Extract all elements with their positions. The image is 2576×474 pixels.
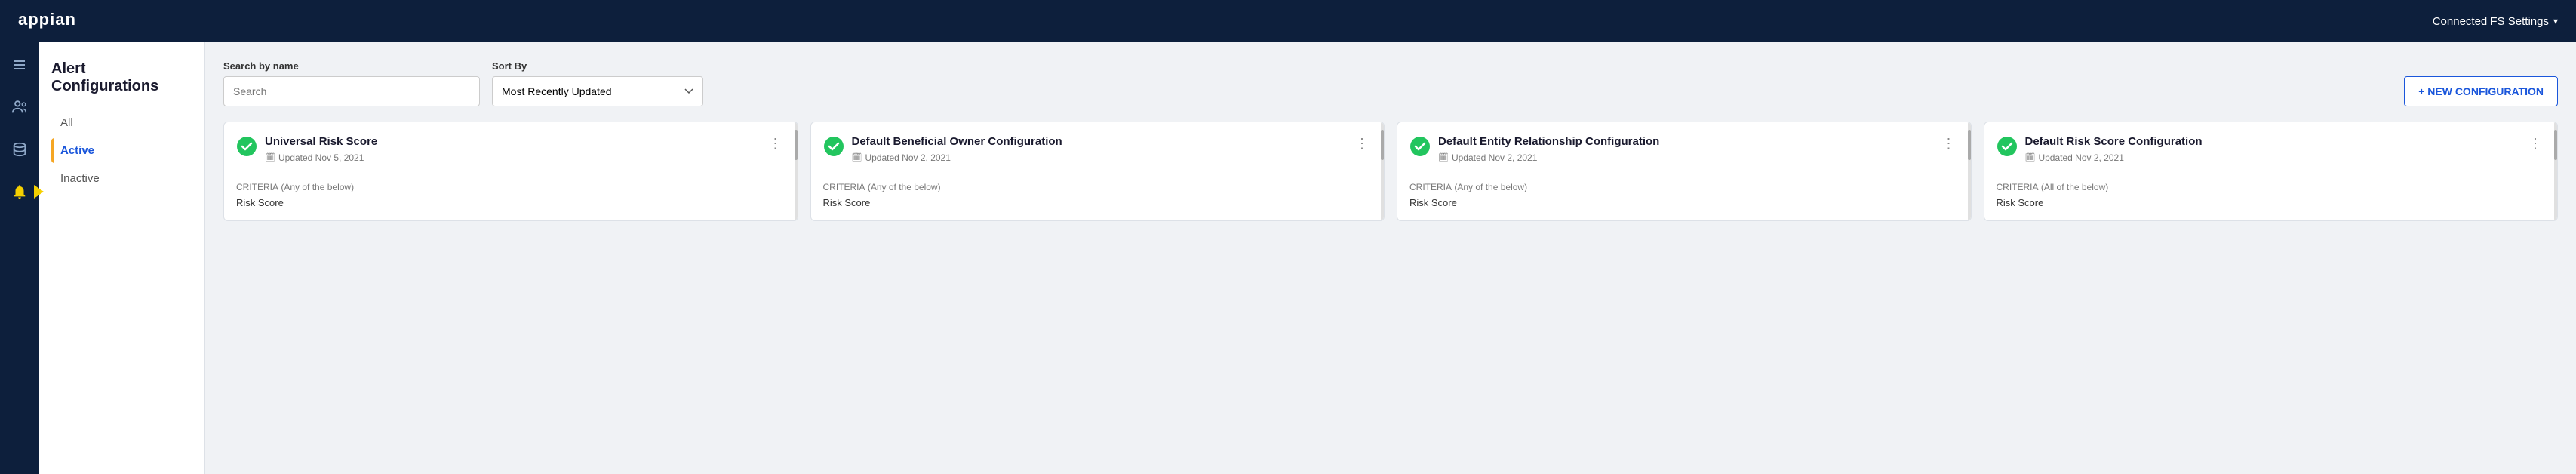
criteria-value: Risk Score — [1409, 197, 1959, 208]
sort-select[interactable]: Most Recently UpdatedName A-ZName Z-AOld… — [492, 76, 703, 106]
criteria-label: CRITERIA (Any of the below) — [823, 182, 1373, 192]
sidebar-item-all[interactable]: All — [51, 110, 192, 135]
card-menu-button[interactable]: ⋮ — [1939, 134, 1959, 153]
card-title: Universal Risk Score — [265, 134, 758, 149]
card-date: Updated Nov 2, 2021 — [1452, 152, 1537, 163]
active-status-icon — [236, 136, 257, 157]
sort-group: Sort By Most Recently UpdatedName A-ZNam… — [492, 60, 703, 106]
card-default-risk-score: Default Risk Score Configuration 🗓 Updat… — [1984, 122, 2559, 221]
card-title: Default Risk Score Configuration — [2025, 134, 2519, 149]
card-universal-risk-score: Universal Risk Score 🗓 Updated Nov 5, 20… — [223, 122, 798, 221]
card-title: Default Entity Relationship Configuratio… — [1438, 134, 1932, 149]
toolbar: Search by name Sort By Most Recently Upd… — [223, 60, 2558, 106]
active-status-icon — [1997, 136, 2018, 157]
active-status-icon — [1409, 136, 1431, 157]
card-date: Updated Nov 5, 2021 — [278, 152, 364, 163]
card-title: Default Beneficial Owner Configuration — [852, 134, 1345, 149]
sidebar: Alert Configurations All Active Inactive — [39, 42, 205, 474]
card-menu-button[interactable]: ⋮ — [766, 134, 785, 153]
card-menu-button[interactable]: ⋮ — [1352, 134, 1372, 153]
chevron-down-icon: ▾ — [2553, 16, 2558, 26]
calendar-icon: 🗓 — [1438, 152, 1449, 162]
top-nav: appian Connected FS Settings ▾ — [0, 0, 2576, 42]
active-indicator-arrow — [34, 185, 44, 199]
search-group: Search by name — [223, 60, 480, 106]
main-layout: Alert Configurations All Active Inactive… — [0, 42, 2576, 474]
sidebar-title: Alert Configurations — [51, 60, 192, 95]
sidebar-item-active[interactable]: Active — [51, 138, 192, 163]
calendar-icon: 🗓 — [2025, 152, 2036, 162]
criteria-value: Risk Score — [1997, 197, 2546, 208]
cards-grid: Universal Risk Score 🗓 Updated Nov 5, 20… — [223, 122, 2558, 221]
card-menu-button[interactable]: ⋮ — [2525, 134, 2545, 153]
criteria-label: CRITERIA (Any of the below) — [236, 182, 785, 192]
new-configuration-button[interactable]: + NEW CONFIGURATION — [2404, 76, 2558, 106]
database-nav-icon[interactable] — [6, 136, 33, 163]
settings-menu[interactable]: Connected FS Settings ▾ — [2433, 15, 2558, 28]
criteria-value: Risk Score — [823, 197, 1373, 208]
list-nav-icon[interactable] — [6, 51, 33, 78]
icon-rail — [0, 42, 39, 474]
svg-text:appian: appian — [18, 10, 76, 29]
content-area: Search by name Sort By Most Recently Upd… — [205, 42, 2576, 474]
search-input[interactable] — [223, 76, 480, 106]
users-nav-icon[interactable] — [6, 94, 33, 121]
sort-label: Sort By — [492, 60, 703, 72]
search-label: Search by name — [223, 60, 480, 72]
bell-nav-icon[interactable] — [6, 178, 33, 205]
active-status-icon — [823, 136, 844, 157]
card-default-entity-relationship: Default Entity Relationship Configuratio… — [1397, 122, 1972, 221]
appian-logo: appian — [18, 8, 101, 34]
settings-label: Connected FS Settings — [2433, 15, 2549, 28]
card-default-beneficial-owner: Default Beneficial Owner Configuration 🗓… — [810, 122, 1385, 221]
calendar-icon: 🗓 — [852, 152, 862, 162]
sidebar-item-inactive[interactable]: Inactive — [51, 166, 192, 191]
calendar-icon: 🗓 — [265, 152, 275, 162]
criteria-value: Risk Score — [236, 197, 785, 208]
card-date: Updated Nov 2, 2021 — [2038, 152, 2123, 163]
criteria-label: CRITERIA (Any of the below) — [1409, 182, 1959, 192]
criteria-label: CRITERIA (All of the below) — [1997, 182, 2546, 192]
card-date: Updated Nov 2, 2021 — [865, 152, 950, 163]
